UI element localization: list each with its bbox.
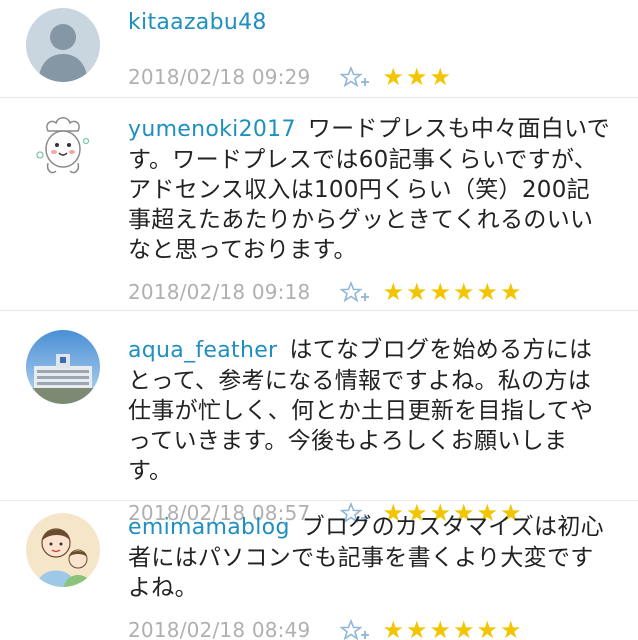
add-star-button[interactable]	[340, 66, 370, 88]
avatar[interactable]	[26, 513, 100, 587]
avatar[interactable]	[26, 330, 100, 404]
comment-meta: 2018/02/18 08:49 ★★★★★★	[128, 615, 610, 640]
comment-text: emimamablog ブログのカスタマイズは初心者にはパソコンでも記事を書くより…	[128, 512, 610, 603]
comment-item: emimamablog ブログのカスタマイズは初心者にはパソコンでも記事を書くより…	[0, 501, 638, 640]
add-star-button[interactable]	[340, 281, 370, 303]
comment-item: yumenoki2017 ワードプレスも中々面白いです。ワードプレスでは60記事く…	[0, 98, 638, 311]
username-link[interactable]: yumenoki2017	[128, 117, 296, 142]
comment-meta: 2018/02/18 09:29 ★★★	[128, 62, 610, 92]
timestamp: 2018/02/18 09:18	[128, 280, 311, 304]
comment-feed: kitaazabu48 2018/02/18 09:29 ★★★ yumenok…	[0, 0, 638, 640]
comment-text: aqua_feather はてなブログを始める方にはとって、参考になる情報ですよね…	[128, 335, 610, 486]
avatar[interactable]	[26, 8, 100, 82]
add-star-icon	[340, 66, 370, 88]
add-star-button[interactable]	[340, 619, 370, 640]
avatar[interactable]	[26, 111, 100, 185]
star-rating[interactable]: ★★★★★★	[382, 615, 523, 640]
building-photo-icon	[26, 330, 100, 404]
comment-body: yumenoki2017 ワードプレスも中々面白いです。ワードプレスでは60記事く…	[128, 114, 610, 307]
comment-body: emimamablog ブログのカスタマイズは初心者にはパソコンでも記事を書くより…	[128, 512, 610, 640]
comment-body: kitaazabu48 2018/02/18 09:29 ★★★	[128, 7, 610, 92]
timestamp: 2018/02/18 08:49	[128, 618, 311, 640]
comment-body: aqua_feather はてなブログを始める方にはとって、参考になる情報ですよね…	[128, 335, 610, 528]
comment-text: kitaazabu48	[128, 7, 610, 38]
username-link[interactable]: emimamablog	[128, 515, 290, 540]
username-link[interactable]: kitaazabu48	[128, 10, 267, 35]
star-rating[interactable]: ★★★★★★	[382, 277, 523, 307]
default-person-icon	[26, 8, 100, 82]
comment-text: yumenoki2017 ワードプレスも中々面白いです。ワードプレスでは60記事く…	[128, 114, 610, 265]
family-illustration-icon	[26, 513, 100, 587]
timestamp: 2018/02/18 09:29	[128, 65, 311, 89]
chef-character-icon	[26, 111, 100, 185]
star-rating[interactable]: ★★★	[382, 62, 453, 92]
comment-item: kitaazabu48 2018/02/18 09:29 ★★★	[0, 0, 638, 98]
username-link[interactable]: aqua_feather	[128, 338, 277, 363]
add-star-icon	[340, 281, 370, 303]
comment-meta: 2018/02/18 09:18 ★★★★★★	[128, 277, 610, 307]
add-star-icon	[340, 619, 370, 640]
comment-item: aqua_feather はてなブログを始める方にはとって、参考になる情報ですよね…	[0, 311, 638, 527]
